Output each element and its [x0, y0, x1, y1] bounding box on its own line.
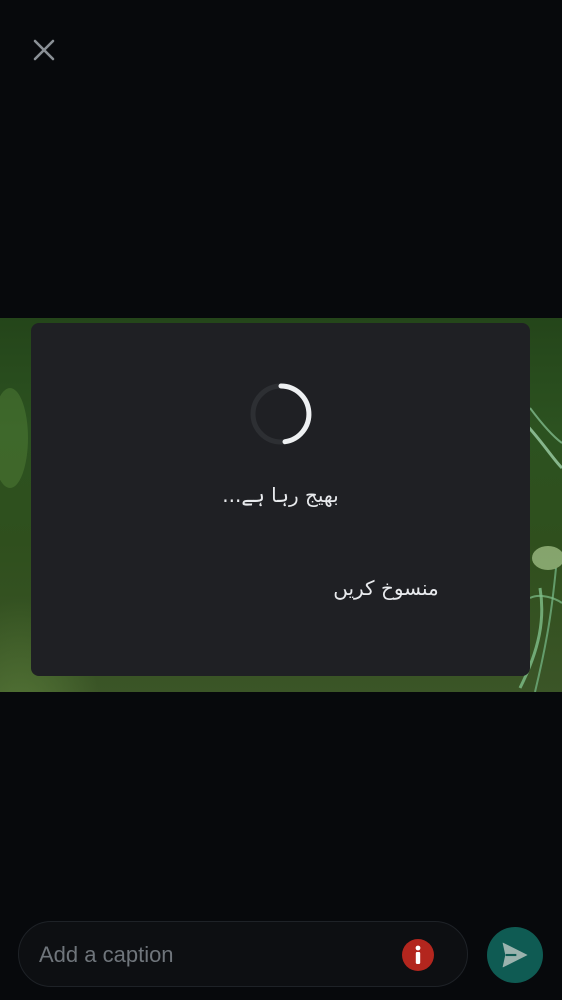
info-button[interactable]: [402, 939, 434, 971]
caption-input[interactable]: [37, 922, 381, 988]
close-icon: [33, 39, 55, 61]
sending-status-text: بھیج رہا ہے...: [222, 483, 339, 507]
send-icon: [502, 942, 528, 968]
caption-bar: [18, 921, 468, 988]
loading-spinner: [249, 382, 313, 446]
media-send-screen: بھیج رہا ہے... منسوخ کریں: [0, 0, 562, 1000]
sending-dialog: بھیج رہا ہے... منسوخ کریں: [31, 323, 530, 676]
send-button[interactable]: [487, 927, 543, 983]
cancel-button[interactable]: منسوخ کریں: [321, 568, 451, 608]
close-button[interactable]: [28, 34, 60, 66]
loading-spinner-icon: [250, 383, 312, 445]
info-icon: [402, 939, 434, 971]
